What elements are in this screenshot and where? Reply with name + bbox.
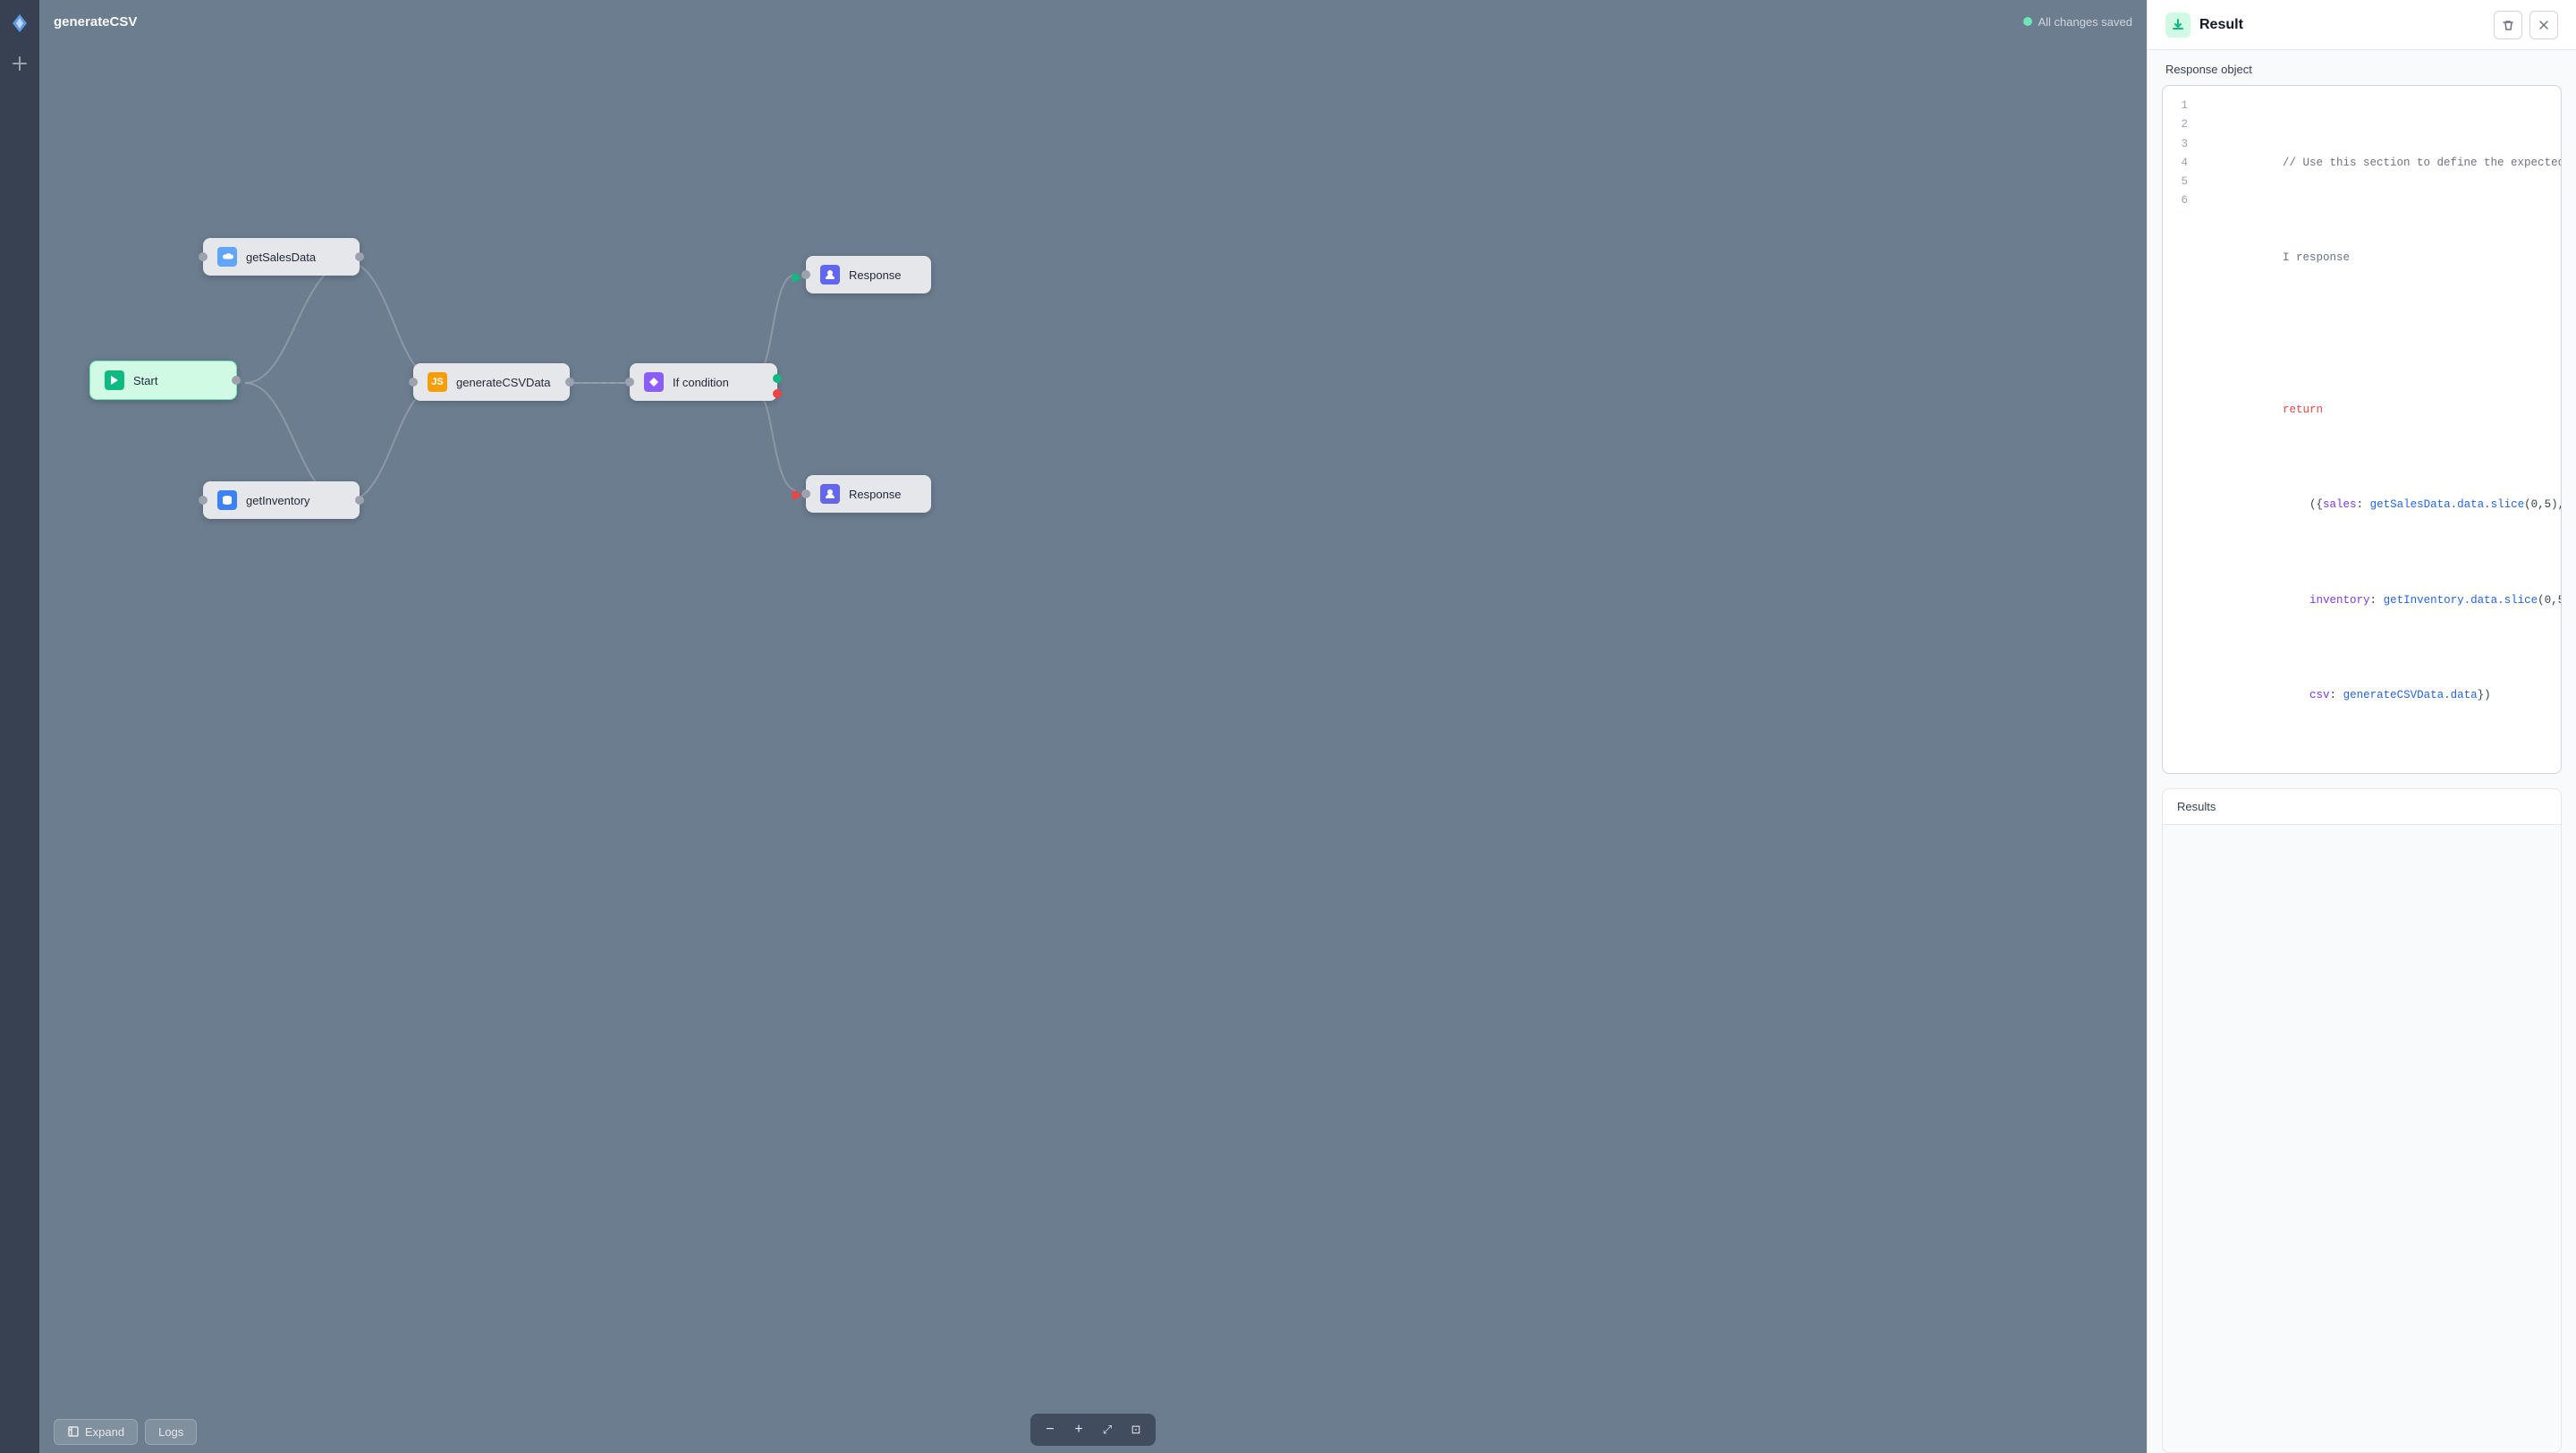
db-node-left-connector	[199, 496, 208, 505]
code-line-6: csv: generateCSVData.data})	[2202, 667, 2562, 725]
zoom-out-button[interactable]: +	[1066, 1417, 1091, 1442]
results-section: Results	[2162, 788, 2562, 1453]
js-node-left-connector	[409, 378, 418, 387]
get-inventory-node[interactable]: getInventory	[203, 481, 360, 519]
close-icon	[2538, 19, 2550, 31]
start-node[interactable]: Start	[89, 361, 237, 400]
cloud-node-left-connector	[199, 252, 208, 261]
response-object-section: Response object 1 2 3 4 5 6 // Use this …	[2148, 50, 2576, 774]
expand-icon	[67, 1425, 80, 1438]
canvas-area: generateCSV All changes saved	[39, 0, 2147, 1453]
code-line-1b: I response	[2202, 230, 2562, 287]
panel-header-icon	[2165, 13, 2190, 38]
zoom-controls: − + ⤢ ⊡	[1030, 1414, 1156, 1446]
response-false-icon	[820, 484, 840, 504]
right-panel: Result Response object 1 2 3	[2147, 0, 2576, 1453]
if-node-left-connector	[625, 378, 634, 387]
panel-header: Result	[2148, 0, 2576, 50]
fit-button[interactable]: ⤢	[1095, 1417, 1120, 1442]
sidebar	[0, 0, 39, 1453]
reset-button[interactable]: ⊡	[1123, 1417, 1148, 1442]
top-bar: generateCSV All changes saved	[39, 0, 2147, 43]
logo-icon[interactable]	[7, 11, 32, 40]
code-lines[interactable]: // Use this section to define the expect…	[2195, 97, 2562, 762]
expand-label: Expand	[85, 1425, 124, 1439]
trash-icon	[2502, 19, 2514, 31]
expand-button[interactable]: Expand	[54, 1419, 138, 1445]
true-arrow: ▶	[792, 269, 802, 285]
response-object-label: Response object	[2148, 50, 2576, 85]
code-line-3: return	[2202, 382, 2562, 439]
download-icon	[2171, 18, 2185, 32]
response-true-label: Response	[849, 268, 902, 282]
canvas-nodes: Start getSalesData getInven	[39, 43, 2147, 1410]
if-condition-node[interactable]: If condition	[630, 363, 777, 401]
panel-title: Result	[2199, 17, 2243, 33]
panel-header-actions	[2494, 11, 2558, 39]
response-false-left-connector	[801, 489, 810, 498]
results-body	[2163, 825, 2561, 1004]
get-inventory-label: getInventory	[246, 494, 310, 507]
generate-csv-data-label: generateCSVData	[456, 376, 551, 389]
if-true-connector	[773, 374, 782, 383]
line-numbers: 1 2 3 4 5 6	[2163, 97, 2195, 762]
code-editor[interactable]: 1 2 3 4 5 6 // Use this section to defin…	[2162, 85, 2562, 774]
js-node-right-connector	[565, 378, 574, 387]
start-node-icon	[105, 370, 124, 390]
start-node-label: Start	[133, 374, 157, 387]
if-false-connector	[773, 389, 782, 398]
cloud-node-right-connector	[355, 252, 364, 261]
response-true-left-connector	[801, 270, 810, 279]
code-line-4: ({sales: getSalesData.data.slice(0,5),	[2202, 477, 2562, 534]
results-header: Results	[2163, 789, 2561, 825]
plus-nav-icon[interactable]	[11, 55, 29, 77]
close-button[interactable]	[2529, 11, 2558, 39]
if-node-icon	[644, 372, 664, 392]
js-node-icon: JS	[428, 372, 447, 392]
panel-header-left: Result	[2165, 13, 2243, 38]
response-false-label: Response	[849, 488, 902, 501]
get-sales-data-label: getSalesData	[246, 251, 316, 264]
start-node-right-connector	[232, 376, 241, 385]
code-line-2	[2202, 325, 2562, 344]
logs-label: Logs	[158, 1425, 183, 1439]
code-line-5: inventory: getInventory.data.slice(0,5),	[2202, 572, 2562, 629]
status-text: All changes saved	[2038, 15, 2132, 29]
response-true-icon	[820, 265, 840, 285]
db-node-right-connector	[355, 496, 364, 505]
logs-button[interactable]: Logs	[145, 1419, 197, 1445]
status-bar: All changes saved	[2023, 15, 2132, 29]
cloud-node-icon	[217, 247, 237, 267]
db-node-icon	[217, 490, 237, 510]
generate-csv-data-node[interactable]: JS generateCSVData	[413, 363, 570, 401]
code-line-1: // Use this section to define the expect…	[2202, 135, 2562, 192]
page-title: generateCSV	[54, 14, 137, 30]
get-sales-data-node[interactable]: getSalesData	[203, 238, 360, 276]
response-false-node[interactable]: Response	[806, 475, 931, 513]
delete-button[interactable]	[2494, 11, 2522, 39]
status-dot	[2023, 17, 2032, 26]
response-true-node[interactable]: Response	[806, 256, 931, 293]
zoom-in-button[interactable]: −	[1038, 1417, 1063, 1442]
if-condition-label: If condition	[673, 376, 729, 389]
